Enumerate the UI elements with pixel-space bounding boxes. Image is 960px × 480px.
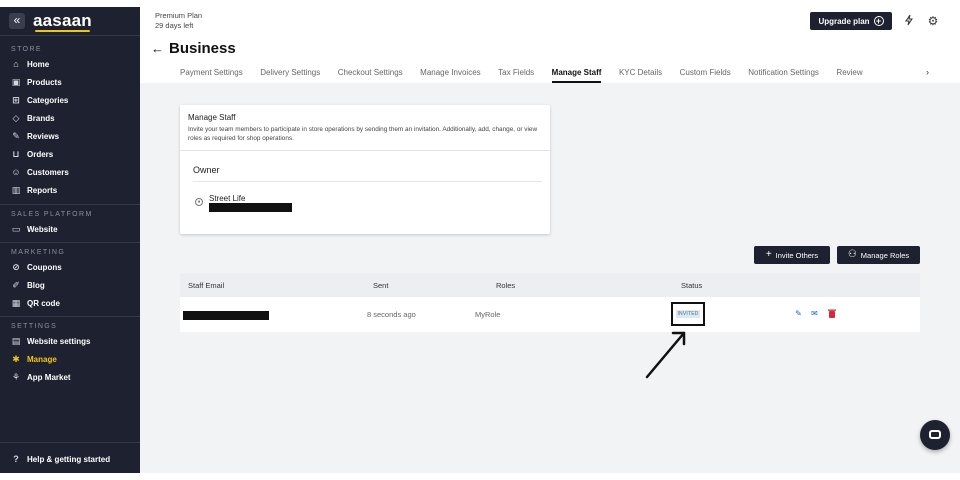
top-margin — [0, 0, 960, 7]
section-settings: SETTINGS — [11, 323, 58, 330]
sidebar: « aasaan STORE ⌂ Home ▣ Products ⊞ Categori… — [0, 7, 140, 473]
users-icon: ☺ — [11, 167, 21, 177]
sidebar-item-reports[interactable]: ▥ Reports — [0, 181, 140, 199]
back-arrow-icon[interactable]: ← — [151, 41, 164, 56]
main-content: Manage Staff Invite your team members to… — [140, 83, 960, 473]
plus-circle-icon: + — [873, 16, 884, 26]
tab-manage-staff[interactable]: Manage Staff — [551, 67, 602, 83]
sidebar-divider — [0, 316, 140, 317]
sidebar-item-reviews[interactable]: ✎ Reviews — [0, 127, 140, 145]
annotation-arrow — [645, 331, 686, 379]
sidebar-item-website[interactable]: ▭ Website — [0, 220, 140, 238]
sidebar-item-qr-code[interactable]: ▦ QR code — [0, 294, 140, 312]
sidebar-item-coupons[interactable]: ⊘ Coupons — [0, 258, 140, 276]
sidebar-header: « aasaan — [0, 7, 140, 35]
lightning-icon[interactable] — [902, 14, 916, 28]
home-icon: ⌂ — [13, 59, 19, 69]
section-marketing: MARKETING — [11, 249, 66, 256]
tab-tax-fields[interactable]: Tax Fields — [498, 67, 534, 83]
collapse-sidebar-button[interactable]: « — [9, 13, 25, 29]
sidebar-item-label: Coupons — [27, 262, 62, 272]
pen-icon: ✎ — [12, 131, 20, 141]
sidebar-item-label: Products — [27, 77, 62, 87]
sidebar-item-label: App Market — [27, 372, 71, 382]
qr-code-icon: ▦ — [11, 298, 21, 308]
coupon-icon: ⊘ — [12, 262, 20, 272]
sidebar-item-label: Categories — [27, 95, 69, 105]
plan-name: Premium Plan — [155, 11, 203, 20]
bar-chart-icon: ▥ — [11, 185, 21, 195]
settings-tabs: Payment Settings Delivery Settings Check… — [180, 67, 880, 83]
chat-button[interactable] — [920, 420, 950, 450]
sidebar-divider — [0, 442, 140, 443]
sidebar-item-website-settings[interactable]: ▤ Website settings — [0, 332, 140, 350]
sidebar-item-products[interactable]: ▣ Products — [0, 73, 140, 91]
sidebar-item-label: Brands — [27, 113, 55, 123]
sidebar-item-label: Manage — [27, 354, 57, 364]
settings-panel-icon: ▤ — [11, 336, 21, 346]
section-store: STORE — [11, 46, 42, 53]
app-window: « aasaan STORE ⌂ Home ▣ Products ⊞ Categori… — [0, 0, 960, 480]
sidebar-item-app-market[interactable]: ⚘ App Market — [0, 368, 140, 386]
sidebar-item-label: Customers — [27, 167, 69, 177]
chat-icon — [929, 430, 941, 439]
sidebar-divider — [0, 204, 140, 205]
top-bar: Premium Plan 29 days left Upgrade plan +… — [140, 7, 960, 83]
tab-review[interactable]: Review — [836, 67, 862, 83]
days-left: 29 days left — [155, 21, 194, 30]
sidebar-item-home[interactable]: ⌂ Home — [0, 55, 140, 73]
sidebar-item-customers[interactable]: ☺ Customers — [0, 163, 140, 181]
sidebar-item-manage[interactable]: ✱ Manage — [0, 350, 140, 368]
tab-kyc-details[interactable]: KYC Details — [619, 67, 662, 83]
sidebar-item-label: Orders — [27, 149, 54, 159]
bottom-margin — [0, 473, 960, 480]
tag-icon: ◇ — [12, 113, 20, 123]
sidebar-item-label: QR code — [27, 298, 60, 308]
sidebar-item-label: Website — [27, 224, 58, 234]
sidebar-item-label: Website settings — [27, 336, 91, 346]
apps-icon: ⚘ — [11, 372, 21, 382]
logo: aasaan — [33, 11, 92, 32]
gear-icon[interactable]: ⚙ — [926, 14, 940, 28]
grid-icon: ⊞ — [12, 95, 20, 105]
help-link[interactable]: ? Help & getting started — [0, 450, 140, 468]
sidebar-divider — [0, 242, 140, 243]
box-icon: ▣ — [11, 77, 21, 87]
tab-manage-invoices[interactable]: Manage Invoices — [420, 67, 480, 83]
blog-icon: ✐ — [12, 280, 20, 290]
section-sales-platform: SALES PLATFORM — [11, 211, 93, 218]
sidebar-item-label: Blog — [27, 280, 45, 290]
page-title-text: Business — [169, 40, 236, 57]
help-label: Help & getting started — [27, 454, 111, 464]
help-icon: ? — [13, 454, 19, 464]
tab-custom-fields[interactable]: Custom Fields — [680, 67, 731, 83]
sidebar-item-brands[interactable]: ◇ Brands — [0, 109, 140, 127]
plan-info[interactable]: Premium Plan 29 days left — [155, 11, 202, 31]
sidebar-divider — [0, 35, 140, 36]
sidebar-item-categories[interactable]: ⊞ Categories — [0, 91, 140, 109]
page-title: ← Business — [151, 40, 236, 57]
chevron-right-icon[interactable]: › — [926, 67, 929, 77]
sidebar-item-blog[interactable]: ✐ Blog — [0, 276, 140, 294]
gear-icon: ✱ — [12, 354, 20, 364]
tab-payment-settings[interactable]: Payment Settings — [180, 67, 243, 83]
monitor-icon: ▭ — [11, 224, 21, 234]
tab-checkout-settings[interactable]: Checkout Settings — [338, 67, 403, 83]
upgrade-plan-button[interactable]: Upgrade plan + — [810, 12, 892, 30]
cart-icon: ⊔ — [12, 149, 20, 159]
sidebar-item-label: Reviews — [27, 131, 60, 141]
tab-delivery-settings[interactable]: Delivery Settings — [260, 67, 320, 83]
upgrade-plan-label: Upgrade plan — [818, 16, 870, 26]
sidebar-item-orders[interactable]: ⊔ Orders — [0, 145, 140, 163]
sidebar-item-label: Home — [27, 59, 50, 69]
sidebar-item-label: Reports — [27, 185, 58, 195]
tab-notification-settings[interactable]: Notification Settings — [748, 67, 819, 83]
